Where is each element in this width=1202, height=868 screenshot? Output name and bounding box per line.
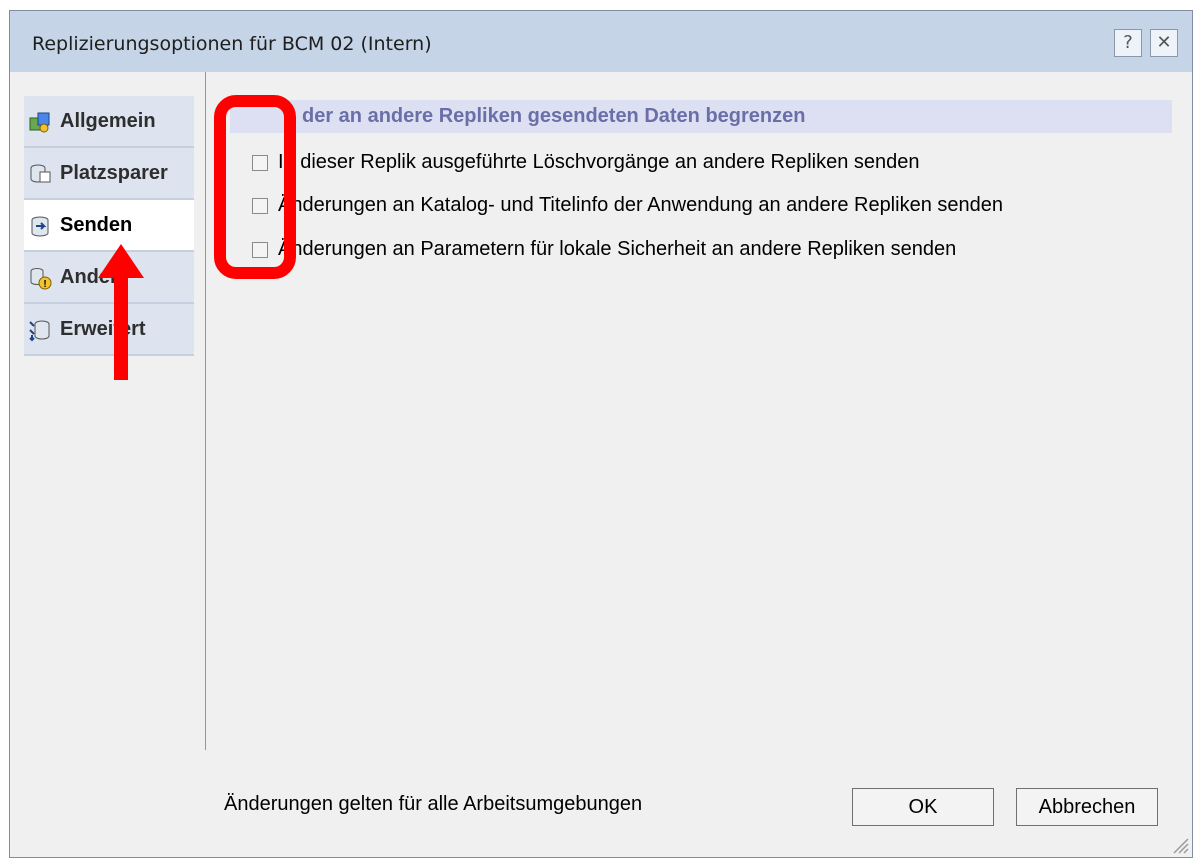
dialog-title: Replizierungsoptionen für BCM 02 (Intern…: [32, 33, 432, 55]
cancel-button[interactable]: Abbrechen: [1016, 788, 1158, 826]
sidebar-item-label: Platzsparer: [60, 162, 168, 184]
sidebar: Allgemein Platzsparer Senden ! Andere Er…: [10, 72, 206, 750]
send-database-icon: [28, 214, 52, 238]
sidebar-item-label: Allgemein: [60, 110, 156, 132]
database-space-icon: [28, 162, 52, 186]
replication-options-dialog: Replizierungsoptionen für BCM 02 (Intern…: [9, 10, 1193, 858]
annotation-arrow-icon: [98, 244, 144, 380]
advanced-database-icon: [28, 318, 52, 342]
ok-button[interactable]: OK: [852, 788, 994, 826]
help-button[interactable]: ?: [1114, 29, 1142, 57]
general-settings-icon: [28, 110, 52, 134]
section-header: der an andere Repliken gesendeten Daten …: [230, 100, 1172, 133]
close-button[interactable]: ✕: [1150, 29, 1178, 57]
options-panel: der an andere Repliken gesendeten Daten …: [206, 72, 1192, 750]
database-warning-icon: !: [28, 266, 52, 290]
sidebar-item-label: Senden: [60, 214, 133, 236]
sidebar-item-allgemein[interactable]: Allgemein: [24, 96, 194, 148]
svg-text:!: !: [43, 279, 46, 290]
sidebar-item-platzsparer[interactable]: Platzsparer: [24, 148, 194, 200]
option-label: Änderungen an Parametern für lokale Sich…: [278, 238, 957, 260]
footer-note: Änderungen gelten für alle Arbeitsumgebu…: [224, 793, 643, 815]
resize-grip-icon[interactable]: [1168, 833, 1190, 855]
option-label: Änderungen an Katalog- und Titelinfo der…: [278, 194, 1003, 216]
title-bar: Replizierungsoptionen für BCM 02 (Intern…: [10, 11, 1192, 73]
option-label: In dieser Replik ausgeführte Löschvorgän…: [278, 151, 920, 173]
annotation-highlight-box: [214, 95, 296, 279]
